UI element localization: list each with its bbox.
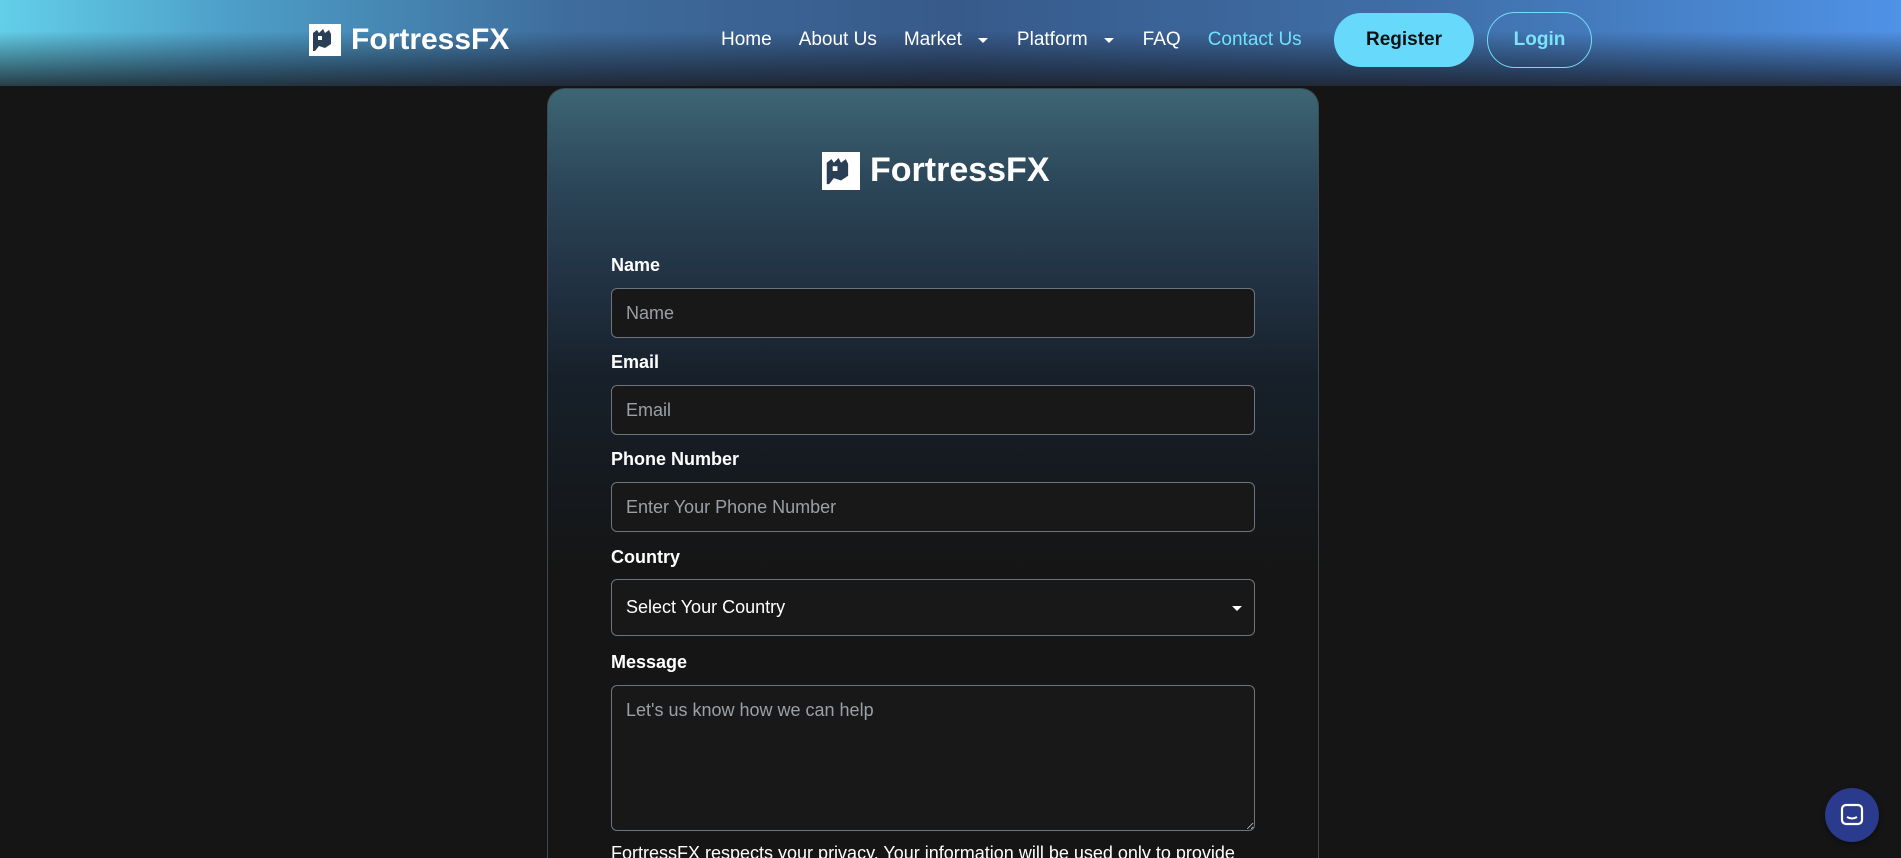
email-input[interactable] [611,385,1255,435]
nav-home[interactable]: Home [721,29,772,51]
email-label: Email [611,352,660,372]
nav-home-label: Home [721,29,772,50]
top-navbar: FortressFX Home About Us Market Platform… [0,0,1901,86]
nav-platform[interactable]: Platform [1017,29,1116,51]
chevron-down-icon [1103,38,1114,43]
country-label: Country [611,547,680,567]
header-logo[interactable]: FortressFX [309,23,509,57]
card-brand-name: FortressFX [870,151,1050,189]
nav-about-us[interactable]: About Us [799,29,877,51]
brand-name: FortressFX [351,23,510,56]
fortress-logo-icon [309,24,341,56]
nav-faq-label: FAQ [1142,29,1181,50]
nav-faq[interactable]: FAQ [1143,29,1181,51]
nav-market[interactable]: Market [904,29,990,51]
country-select[interactable]: Select Your Country [611,579,1255,636]
chevron-down-icon [977,38,988,43]
card-logo: FortressFX [822,151,1050,190]
fortress-logo-icon [822,151,860,190]
chat-launcher-button[interactable] [1825,788,1879,842]
nav-platform-label: Platform [1016,29,1088,50]
chevron-down-icon [1232,606,1242,611]
name-input[interactable] [611,288,1255,338]
chat-bubble-icon [1840,803,1864,826]
message-label: Message [611,652,688,672]
phone-label: Phone Number [611,449,740,469]
nav-contact-us[interactable]: Contact Us [1208,29,1302,51]
login-button[interactable]: Login [1487,12,1592,68]
register-button[interactable]: Register [1334,13,1474,67]
country-selected-value: Select Your Country [626,597,786,617]
message-textarea[interactable] [611,685,1255,831]
name-label: Name [611,255,661,275]
phone-input[interactable] [611,482,1255,532]
nav-market-label: Market [903,29,962,50]
nav-contact-us-label: Contact Us [1207,29,1302,50]
privacy-notice: FortressFX respects your privacy. Your i… [611,843,1235,858]
main-nav: Home About Us Market Platform FAQ Contac… [721,26,1329,54]
nav-about-us-label: About Us [798,29,877,50]
contact-form-card: FortressFX Name Email Phone Number Count… [547,88,1319,858]
